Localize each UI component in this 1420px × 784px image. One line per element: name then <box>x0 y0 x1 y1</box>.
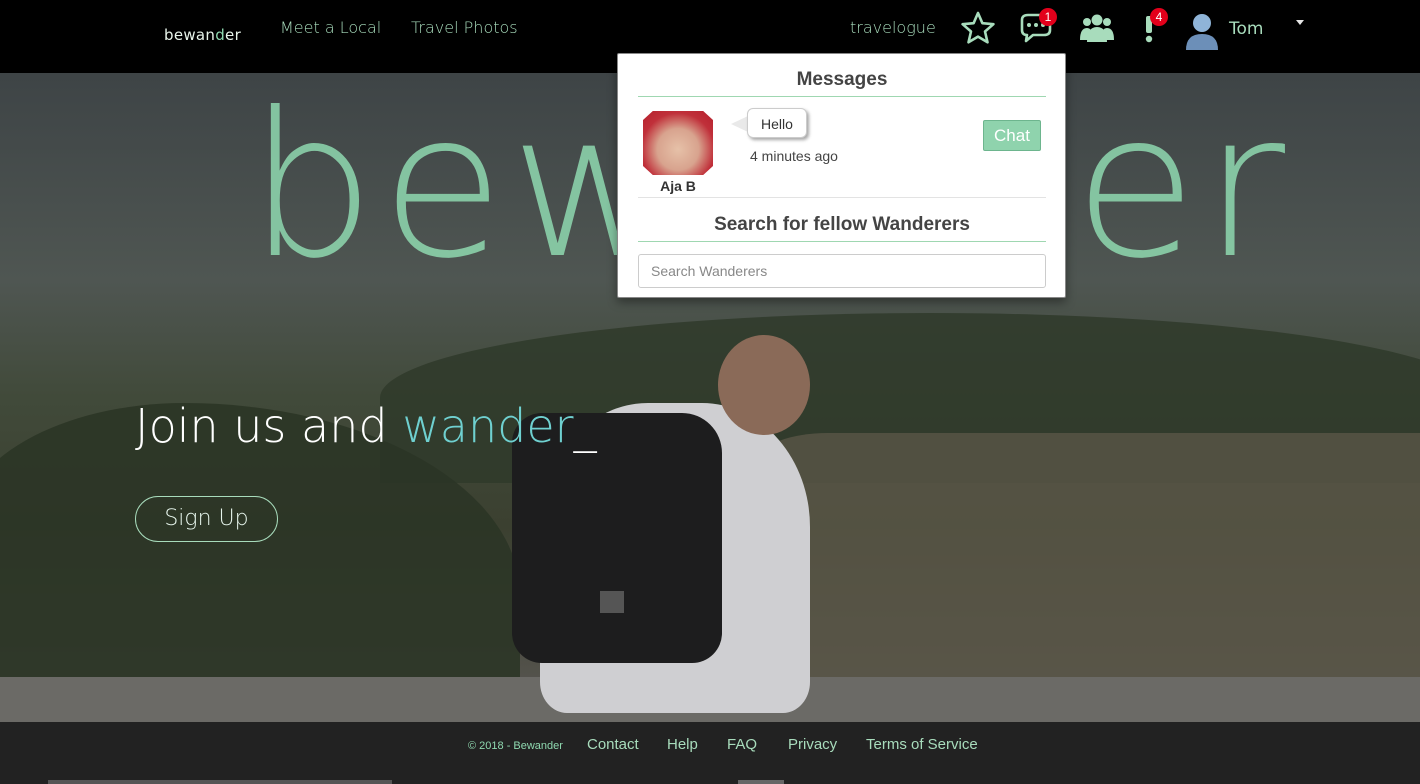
star-icon[interactable] <box>960 10 996 46</box>
hero-tagline: Join us and wander_ <box>135 399 597 453</box>
footer-link-terms[interactable]: Terms of Service <box>866 736 978 753</box>
footer-link-privacy[interactable]: Privacy <box>788 736 837 753</box>
alert-notification-badge: 4 <box>1150 8 1168 26</box>
chat-notification-badge: 1 <box>1039 8 1057 26</box>
message-sender-avatar[interactable] <box>643 111 713 175</box>
message-timestamp: 4 minutes ago <box>750 148 838 164</box>
chat-button[interactable]: Chat <box>983 120 1041 151</box>
nav-link-travel-photos[interactable]: Travel Photos <box>411 18 518 37</box>
message-sender-name[interactable]: Aja B <box>643 178 713 194</box>
message-bubble: Hello <box>747 108 807 138</box>
page-footer: © 2018 - Bewander Contact Help FAQ Priva… <box>0 722 1420 784</box>
footer-copyright: © 2018 - Bewander <box>468 740 563 752</box>
search-wanderers-input[interactable] <box>638 254 1046 288</box>
messages-heading: Messages <box>638 69 1046 97</box>
user-avatar-icon[interactable] <box>1184 10 1220 50</box>
message-divider <box>638 197 1046 198</box>
caret-down-icon[interactable] <box>1296 20 1304 25</box>
nav-link-meet-a-local[interactable]: Meet a Local <box>280 18 381 37</box>
messages-dropdown: Messages Aja B Hello 4 minutes ago Chat … <box>617 53 1066 298</box>
footer-link-faq[interactable]: FAQ <box>727 736 757 753</box>
horizontal-scrollbar[interactable] <box>48 780 392 784</box>
footer-link-contact[interactable]: Contact <box>587 736 639 753</box>
hero-backpack-tag <box>600 591 624 613</box>
nav-link-travelogue[interactable]: travelogue <box>850 18 936 37</box>
footer-link-help[interactable]: Help <box>667 736 698 753</box>
hero-town-shape <box>760 433 1420 693</box>
speech-bubble-tail <box>731 116 748 132</box>
scrollbar-thumb[interactable] <box>738 780 784 784</box>
search-heading: Search for fellow Wanderers <box>638 214 1046 242</box>
hero-person-head <box>718 335 810 435</box>
nav-user-name[interactable]: Tom <box>1229 19 1263 39</box>
brand-logo[interactable]: bewander <box>164 26 241 44</box>
sign-up-button[interactable]: Sign Up <box>135 496 278 542</box>
users-icon[interactable] <box>1079 10 1115 46</box>
